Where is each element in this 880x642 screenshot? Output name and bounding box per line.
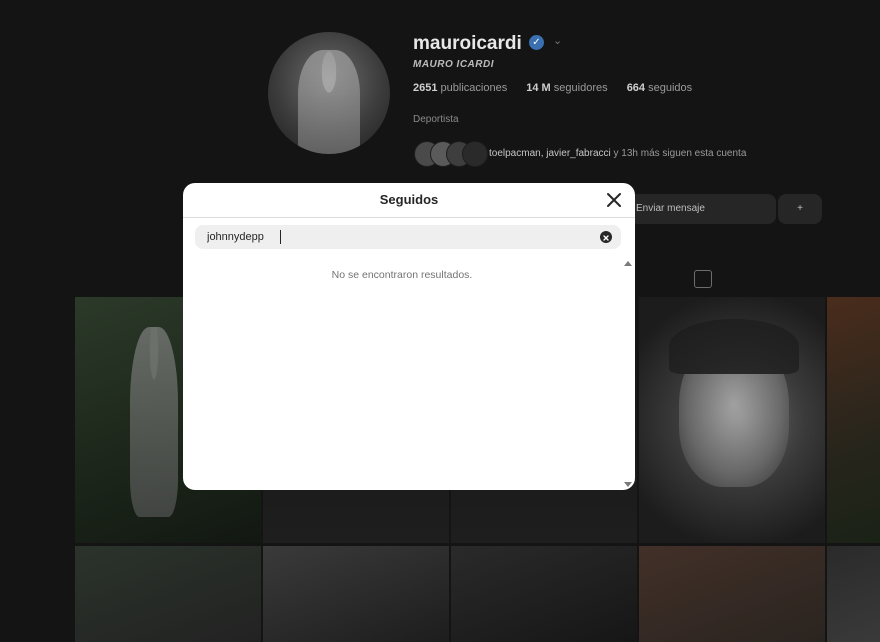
text-cursor [280,230,281,244]
post-thumbnail[interactable] [75,546,261,642]
modal-scrollbar[interactable] [623,257,633,487]
close-icon[interactable] [603,189,625,211]
add-user-button[interactable]: + [778,194,822,224]
post-thumbnail[interactable] [639,546,825,642]
scroll-down-arrow-icon[interactable] [624,482,632,487]
no-results-message: No se encontraron resultados. [331,269,473,281]
mutual-followers-text[interactable]: toelpacman, javier_fabracci y 13h más si… [489,148,746,159]
profile-avatar[interactable] [268,32,390,154]
post-thumbnail[interactable] [263,546,449,642]
post-thumbnail[interactable] [639,297,825,543]
post-thumbnail[interactable] [827,297,880,543]
scroll-up-arrow-icon[interactable] [624,261,632,266]
search-input[interactable] [195,225,587,249]
modal-header: Seguidos [183,183,635,218]
tagged-tab-icon[interactable] [694,270,712,288]
following-modal: Seguidos No se encontraron resultados. [183,183,635,490]
verified-badge-icon: ✓ [529,35,544,50]
message-button[interactable]: Enviar mensaje [630,194,776,224]
followers-stat[interactable]: 14 M seguidores [526,82,607,94]
post-thumbnail[interactable] [827,546,880,642]
following-stat[interactable]: 664 seguidos [627,82,692,94]
profile-username: mauroicardi [413,33,522,54]
modal-title: Seguidos [379,192,439,207]
chevron-down-icon[interactable]: ⌄ [553,34,562,47]
profile-full-name: MAURO ICARDI [413,59,494,70]
profile-category: Deportista [413,114,459,125]
posts-stat: 2651 publicaciones [413,82,508,94]
search-box [195,225,621,249]
clear-search-icon[interactable] [600,231,612,243]
profile-stats: 2651 publicaciones 14 M seguidores 664 s… [413,82,708,94]
post-thumbnail[interactable] [451,546,637,642]
